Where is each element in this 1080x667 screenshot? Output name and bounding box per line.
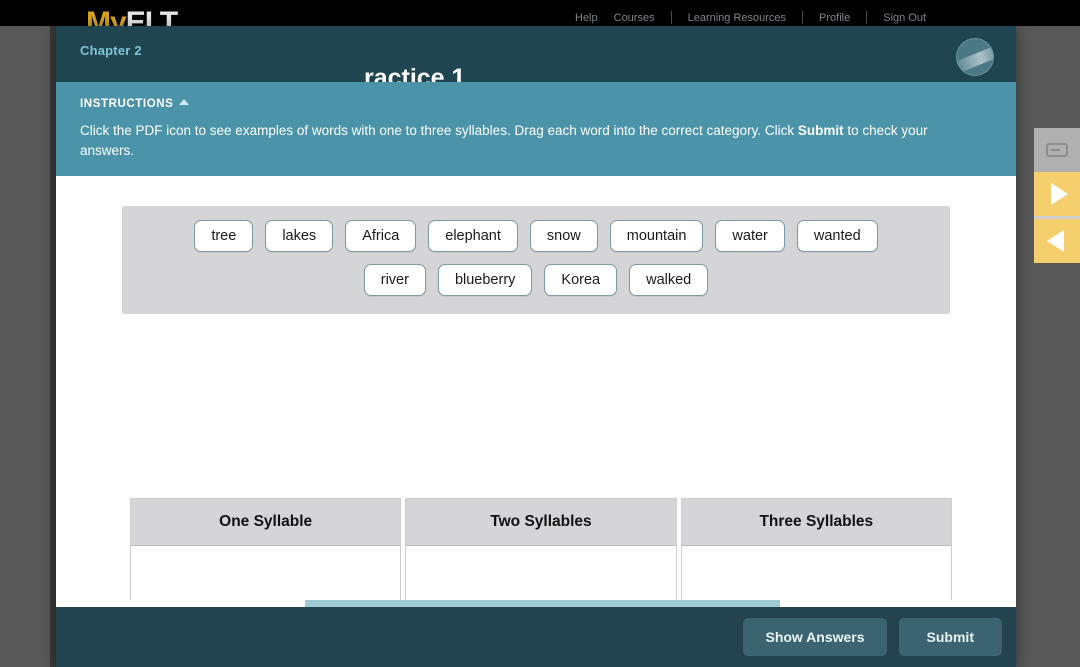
horizontal-scrollbar-track[interactable] xyxy=(56,600,1016,607)
word-bank-tray: tree lakes Africa elephant snow mountain… xyxy=(122,206,950,315)
dropzone-two-syllables[interactable] xyxy=(406,546,676,607)
pdf-icon-button[interactable] xyxy=(956,38,994,76)
dropzone-one-syllable[interactable] xyxy=(131,546,401,607)
nav-divider xyxy=(866,11,868,24)
word-chip[interactable]: tree xyxy=(194,220,254,253)
show-answers-button[interactable]: Show Answers xyxy=(743,618,887,656)
category-title: Three Syllables xyxy=(681,499,951,547)
word-bank-row: river blueberry Korea walked xyxy=(140,264,932,297)
site-topbar: MyELT Help Courses Learning Resources Pr… xyxy=(0,0,1080,26)
page-root: MyELT Help Courses Learning Resources Pr… xyxy=(0,0,1080,667)
logo-elt: ELT xyxy=(125,6,178,27)
word-chip[interactable]: walked xyxy=(629,264,709,297)
word-chip[interactable]: mountain xyxy=(609,220,704,253)
submit-button[interactable]: Submit xyxy=(898,618,1002,656)
nav-item-courses[interactable]: Courses xyxy=(614,12,655,24)
activity-modal: Chapter 2 Syllables, Practice 1 INSTRUCT… xyxy=(56,26,1016,667)
myelt-logo[interactable]: MyELT xyxy=(86,6,178,27)
word-chip[interactable]: elephant xyxy=(428,220,518,253)
play-icon xyxy=(1050,183,1068,205)
word-chip[interactable]: wanted xyxy=(796,220,878,253)
nav-item-sign-out[interactable]: Sign Out xyxy=(883,12,926,24)
nav-item-learning-resources[interactable]: Learning Resources xyxy=(688,12,786,24)
nav-divider xyxy=(670,11,672,24)
word-chip[interactable]: snow xyxy=(529,220,598,253)
instructions-header[interactable]: INSTRUCTIONS xyxy=(80,94,992,112)
instructions-text-bold: Submit xyxy=(797,123,844,138)
horizontal-scrollbar-thumb[interactable] xyxy=(305,600,780,607)
modal-footer: Show Answers Submit xyxy=(56,607,1016,667)
nav-divider xyxy=(802,11,804,24)
modal-body: tree lakes Africa elephant snow mountain… xyxy=(56,176,1016,607)
word-chip[interactable]: Korea xyxy=(544,264,618,297)
chapter-label: Chapter 2 xyxy=(80,43,142,58)
word-chip[interactable]: river xyxy=(363,264,426,297)
category-column-one-syllable: One Syllable xyxy=(130,498,402,607)
keyboard-icon xyxy=(1046,143,1068,157)
word-chip[interactable]: water xyxy=(715,220,785,253)
word-chip[interactable]: Africa xyxy=(345,220,417,253)
instructions-text-before: Click the PDF icon to see examples of wo… xyxy=(80,123,798,138)
back-toolbar-button[interactable] xyxy=(1034,219,1080,263)
activity-title: Syllables, Practice 1 xyxy=(225,64,466,82)
category-column-two-syllables: Two Syllables xyxy=(405,498,677,607)
nav-item-help[interactable]: Help xyxy=(575,12,598,24)
instructions-text: Click the PDF icon to see examples of wo… xyxy=(80,121,965,160)
category-column-three-syllables: Three Syllables xyxy=(680,498,952,607)
word-chip[interactable]: lakes xyxy=(265,220,334,253)
dropzone-three-syllables[interactable] xyxy=(681,546,951,607)
instructions-panel: INSTRUCTIONS Click the PDF icon to see e… xyxy=(56,82,1016,177)
instructions-label: INSTRUCTIONS xyxy=(80,98,174,110)
word-bank-row: tree lakes Africa elephant snow mountain… xyxy=(140,220,932,253)
word-chip[interactable]: blueberry xyxy=(437,264,533,297)
logo-my: My xyxy=(86,6,127,27)
category-title: Two Syllables xyxy=(406,499,676,547)
right-floating-toolbar xyxy=(1034,128,1080,263)
site-topnav: Help Courses Learning Resources Profile … xyxy=(575,11,926,24)
category-title: One Syllable xyxy=(131,499,401,547)
collapse-caret-icon[interactable] xyxy=(179,99,190,105)
nav-item-profile[interactable]: Profile xyxy=(819,12,850,24)
play-toolbar-button[interactable] xyxy=(1034,172,1080,216)
back-icon xyxy=(1046,230,1064,252)
keyboard-toolbar-button[interactable] xyxy=(1034,128,1080,172)
modal-header: Chapter 2 Syllables, Practice 1 xyxy=(56,26,1016,82)
category-columns: One Syllable Two Syllables Three Syllabl… xyxy=(130,498,952,607)
